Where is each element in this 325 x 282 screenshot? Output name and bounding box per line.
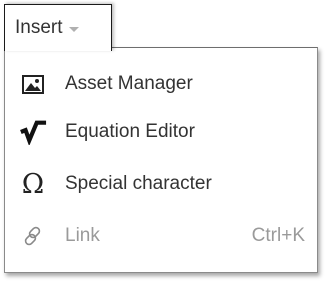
insert-dropdown-screen: Insert Asset Manager Equation Editor Ω S… bbox=[0, 0, 325, 282]
caret-down-icon bbox=[68, 26, 79, 32]
tab-connector bbox=[5, 44, 111, 50]
menu-item-special-character[interactable]: Ω Special character bbox=[5, 158, 317, 210]
menu-item-asset-manager[interactable]: Asset Manager bbox=[5, 62, 317, 106]
menu-item-link[interactable]: Link Ctrl+K bbox=[5, 210, 317, 262]
link-icon bbox=[19, 222, 47, 250]
menu-item-label: Link bbox=[65, 225, 100, 246]
insert-menu-label: Insert bbox=[15, 17, 63, 38]
menu-item-label: Equation Editor bbox=[65, 121, 195, 142]
square-root-icon bbox=[19, 118, 47, 146]
shortcut-hint: Ctrl+K bbox=[251, 225, 305, 246]
image-icon bbox=[19, 70, 47, 98]
omega-icon: Ω bbox=[19, 170, 47, 198]
omega-glyph: Ω bbox=[21, 168, 45, 200]
insert-menu-list: Asset Manager Equation Editor Ω Special … bbox=[5, 62, 317, 262]
menu-item-equation-editor[interactable]: Equation Editor bbox=[5, 106, 317, 158]
menu-item-label: Special character bbox=[65, 173, 212, 194]
menu-item-label: Asset Manager bbox=[65, 73, 193, 94]
